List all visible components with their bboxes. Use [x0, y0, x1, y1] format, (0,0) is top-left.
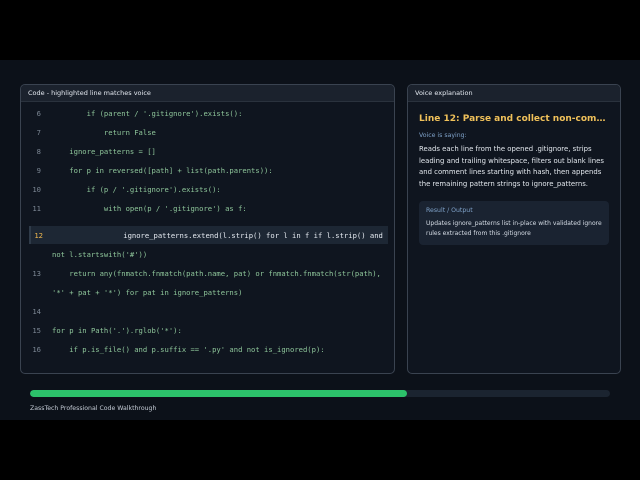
code-line: 15 for p in Path('.').rglob('*'): [21, 321, 394, 339]
result-box: Result / Output Updates ignore_patterns … [419, 201, 609, 245]
line-text: if (parent / '.gitignore').exists(): [52, 109, 243, 118]
voice-heading: Line 12: Parse and collect non-comm... [419, 114, 609, 124]
code-line: 11 with open(p / '.gitignore') as f: [21, 199, 394, 217]
line-number: 6 [36, 109, 41, 118]
line-text: if (p / '.gitignore').exists(): [52, 185, 221, 194]
result-text: Updates ignore_patterns list in-place wi… [426, 220, 602, 237]
code-line: 8 ignore_patterns = [] [21, 142, 394, 160]
line-number: 9 [36, 166, 41, 175]
code-panel-title: Code - highlighted line matches voice [21, 85, 394, 102]
line-number: 15 [32, 326, 41, 335]
code-line: 9 for p in reversed([path] + list(path.p… [21, 161, 394, 179]
code-line: 7 return False [21, 123, 394, 141]
line-text: '*' + pat + '*') for pat in ignore_patte… [52, 288, 243, 297]
line-text: ignore_patterns.extend(l.strip() for l i… [54, 231, 383, 240]
line-text: for p in reversed([path] + list(path.par… [52, 166, 273, 175]
voice-subheading: Voice is saying: [419, 132, 467, 139]
footer-label: ZassTech Professional Code Walkthrough [30, 405, 157, 412]
line-text: with open(p / '.gitignore') as f: [52, 204, 247, 213]
code-line: not l.startswith('#')) [21, 245, 394, 263]
progress-fill [30, 390, 407, 397]
line-text: return False [52, 128, 156, 137]
voice-transcript: Reads each line from the opened .gitigno… [419, 145, 605, 188]
code-line: '*' + pat + '*') for pat in ignore_patte… [21, 283, 394, 301]
code-line: 10 if (p / '.gitignore').exists(): [21, 180, 394, 198]
line-text: if p.is_file() and p.suffix == '.py' and… [52, 345, 325, 354]
voice-panel-title: Voice explanation [408, 85, 620, 102]
line-number: 11 [32, 204, 41, 213]
line-number: 7 [36, 128, 41, 137]
code-line: 6 if (parent / '.gitignore').exists(): [21, 104, 394, 122]
result-label: Result / Output [426, 207, 473, 214]
progress-bar[interactable] [30, 390, 610, 397]
line-number: 10 [32, 185, 41, 194]
voice-body: Line 12: Parse and collect non-comm... V… [408, 102, 620, 245]
line-text: ignore_patterns = [] [52, 147, 156, 156]
line-text: not l.startswith('#')) [52, 250, 148, 259]
line-number: 16 [32, 345, 41, 354]
code-panel: Code - highlighted line matches voice 6 … [20, 84, 395, 374]
line-number: 8 [36, 147, 41, 156]
line-number: 13 [32, 269, 41, 278]
code-body: 6 if (parent / '.gitignore').exists(): 7… [21, 102, 394, 373]
code-line: 16 if p.is_file() and p.suffix == '.py' … [21, 340, 394, 358]
voice-panel: Voice explanation Line 12: Parse and col… [407, 84, 621, 374]
code-line: 14 [21, 302, 394, 320]
line-number: 14 [32, 307, 41, 316]
line-number: 12 [34, 231, 43, 240]
code-line: 13 return any(fnmatch.fnmatch(path.name,… [21, 264, 394, 282]
line-text: for p in Path('.').rglob('*'): [52, 326, 182, 335]
highlighted-code-line: 12 ignore_patterns.extend(l.strip() for … [29, 226, 388, 244]
line-text: return any(fnmatch.fnmatch(path.name, pa… [52, 269, 381, 278]
